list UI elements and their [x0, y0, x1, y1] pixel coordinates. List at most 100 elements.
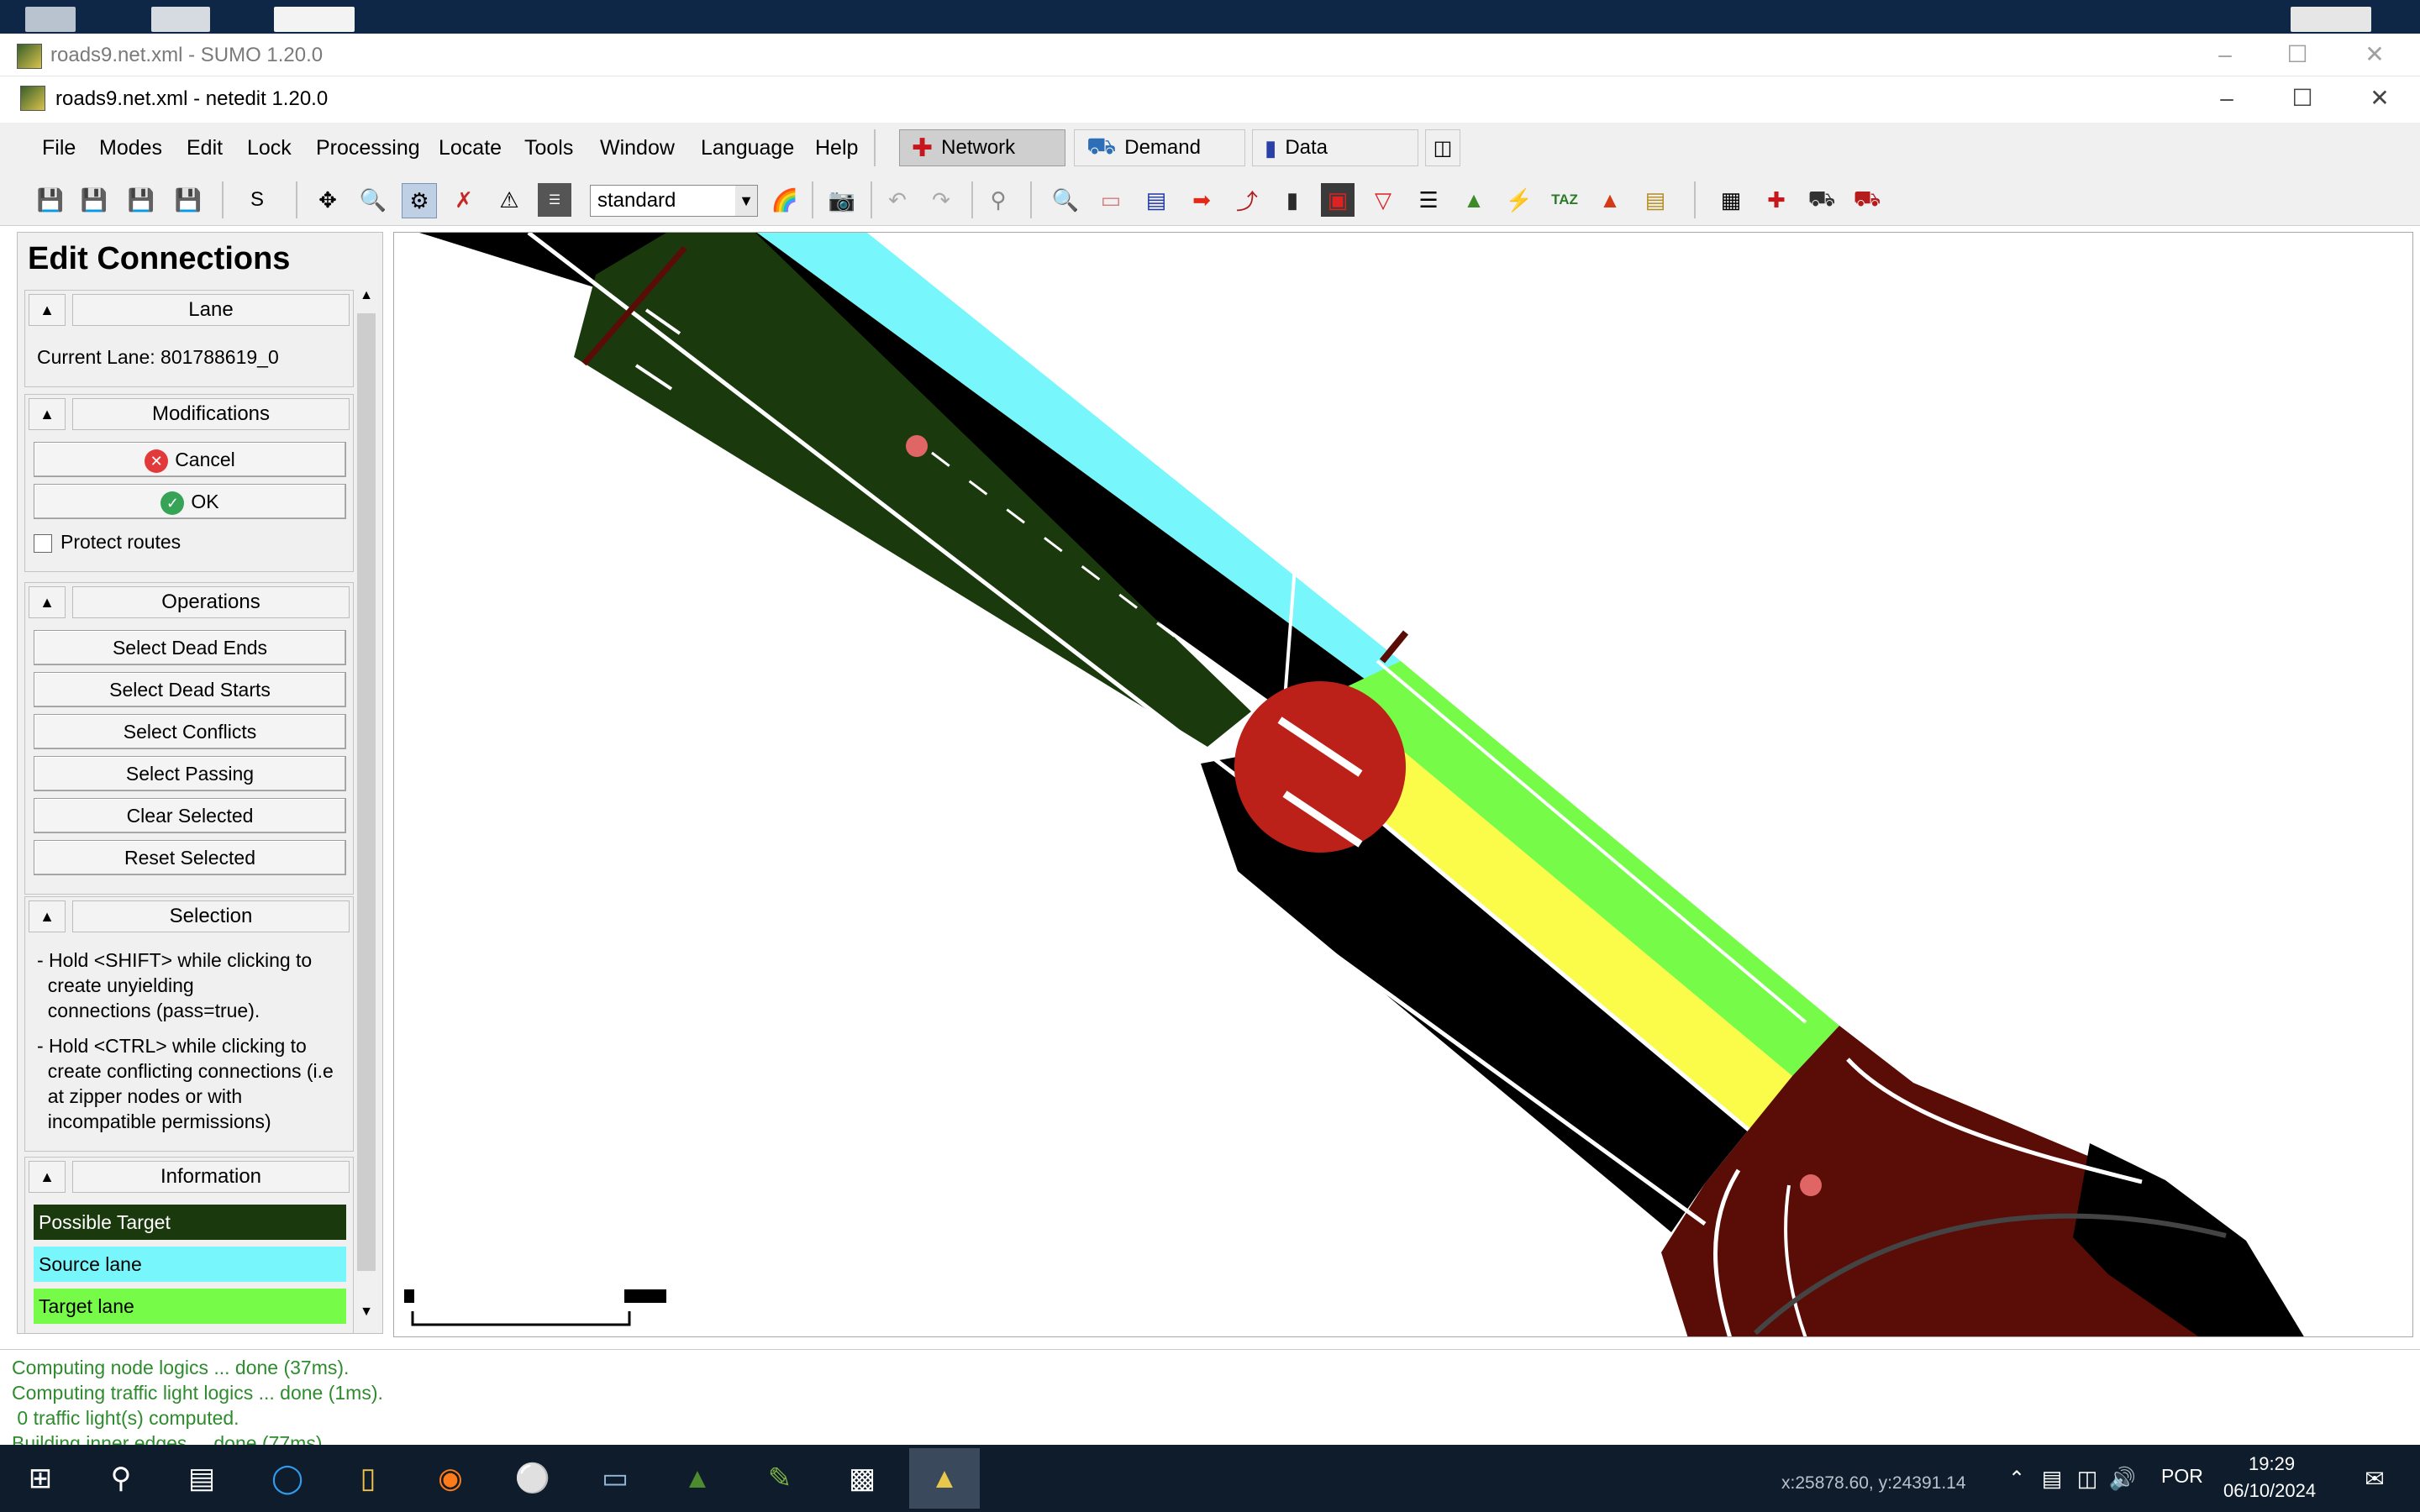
camera-icon[interactable]: 📷 [825, 183, 859, 217]
grid-icon[interactable]: ▦ [1714, 183, 1748, 217]
search-icon[interactable]: ⚲ [99, 1457, 143, 1500]
collapse-button[interactable]: ▲ [29, 900, 66, 932]
demand-mode-button[interactable]: ⛟ Demand [1074, 129, 1245, 166]
netedit-titlebar[interactable]: roads9.net.xml - netedit 1.20.0 – ☐ ✕ [0, 77, 2420, 119]
file-explorer-icon[interactable]: ▯ [346, 1457, 390, 1500]
scroll-thumb[interactable] [357, 313, 376, 1271]
task-view-icon[interactable]: ▤ [180, 1457, 224, 1500]
clock-time[interactable]: 19:29 [2249, 1453, 2295, 1475]
outer-maximize-button[interactable]: ☐ [2264, 39, 2331, 71]
menu-locate[interactable]: Locate [439, 136, 502, 160]
arrow-right-icon[interactable]: ➡ [1185, 183, 1218, 217]
collapse-button[interactable]: ▲ [29, 294, 66, 326]
menu-modes[interactable]: Modes [99, 136, 162, 160]
desktop-icon[interactable] [25, 7, 76, 32]
menu-language[interactable]: Language [701, 136, 794, 160]
collapse-button[interactable]: ▲ [29, 398, 66, 430]
firefox-icon[interactable]: ◉ [429, 1457, 472, 1500]
qgis-icon[interactable]: ⚪ [511, 1457, 555, 1500]
select-dead-starts-button[interactable]: Select Dead Starts [34, 672, 346, 707]
netedit-taskbar-icon[interactable]: ▲ [909, 1448, 980, 1509]
sumo-gui-icon[interactable]: ▲ [676, 1457, 719, 1500]
desktop-icon[interactable] [151, 7, 210, 32]
color-scheme-select[interactable]: standard ▼ [590, 185, 758, 217]
yield-icon[interactable]: ▽ [1366, 183, 1400, 217]
delete-icon[interactable]: ✗ [447, 183, 481, 217]
minimize-button[interactable]: – [2193, 82, 2260, 114]
network-view[interactable] [393, 232, 2413, 1337]
protect-routes-checkbox[interactable] [34, 534, 52, 553]
save-demand-icon[interactable]: 💾 [124, 183, 158, 217]
color-wheel-icon[interactable]: 🌈 [768, 183, 802, 217]
wire-icon[interactable]: ▤ [1639, 183, 1672, 217]
junction-point[interactable] [906, 435, 928, 457]
desktop-icon[interactable] [2291, 7, 2371, 32]
shape-icon[interactable]: ▲ [1593, 183, 1627, 217]
maximize-button[interactable]: ☐ [2269, 82, 2336, 114]
inspect-icon[interactable]: 🔍 [356, 183, 390, 217]
outer-minimize-button[interactable]: – [2191, 39, 2259, 71]
ok-button[interactable]: ✓ OK [34, 484, 346, 519]
collapse-button[interactable]: ▲ [29, 1161, 66, 1193]
message-log[interactable]: Computing node logics ... done (37ms). C… [0, 1349, 2420, 1446]
redo-icon[interactable]: ↷ [924, 183, 958, 217]
outer-window-titlebar[interactable]: roads9.net.xml - SUMO 1.20.0 – ☐ ✕ [0, 34, 2420, 76]
save-letter-button[interactable]: S [240, 183, 274, 217]
cancel-button[interactable]: ✕ Cancel [34, 442, 346, 477]
select-dead-ends-button[interactable]: Select Dead Ends [34, 630, 346, 665]
selected-junction[interactable] [1234, 681, 1406, 853]
notifications-icon[interactable]: ✉ [2353, 1457, 2396, 1500]
taz-button[interactable]: TAZ [1548, 183, 1581, 217]
traffic-light-icon[interactable]: ▮ [1276, 183, 1309, 217]
network-mode-button[interactable]: ✚ Network [899, 129, 1065, 166]
select-icon[interactable]: ▤ [1139, 183, 1173, 217]
scroll-down-icon[interactable]: ▼ [354, 1299, 379, 1325]
menu-help[interactable]: Help [815, 136, 858, 160]
input-language[interactable]: POR [2161, 1465, 2203, 1488]
junction-icon[interactable]: ✚ [1760, 183, 1793, 217]
vehicle-icon[interactable]: ⛟ [1805, 183, 1839, 217]
edge-browser-icon[interactable]: ◯ [266, 1457, 309, 1500]
editor-icon[interactable]: ✎ [758, 1457, 802, 1500]
desktop-icon[interactable] [274, 7, 355, 32]
menu-tools[interactable]: Tools [524, 136, 573, 160]
vehicle-type-icon[interactable]: ⛟ [1850, 183, 1884, 217]
window-toggle-button[interactable]: ◫ [1425, 129, 1460, 166]
menu-file[interactable]: File [42, 136, 76, 160]
menu-processing[interactable]: Processing [316, 136, 420, 160]
outer-close-button[interactable]: ✕ [2341, 39, 2408, 71]
edge-icon[interactable]: ⤴ [1230, 183, 1264, 217]
junction-point[interactable] [1800, 1174, 1822, 1196]
undo-icon[interactable]: ↶ [881, 183, 914, 217]
lanes-icon[interactable]: ☰ [1412, 183, 1445, 217]
clock-date[interactable]: 06/10/2024 [2223, 1480, 2316, 1502]
connection-mode-icon[interactable]: ⚙ [402, 183, 437, 218]
menu-icon[interactable]: ☰ [538, 183, 571, 217]
data-mode-button[interactable]: ▮ Data [1252, 129, 1418, 166]
select-conflicts-button[interactable]: Select Conflicts [34, 714, 346, 749]
frame-scrollbar[interactable]: ▲ ▼ [354, 283, 379, 1325]
close-button[interactable]: ✕ [2346, 82, 2413, 114]
save-data-icon[interactable]: 💾 [171, 183, 205, 217]
chevron-down-icon[interactable]: ▼ [735, 186, 757, 216]
start-icon[interactable]: ⊞ [18, 1457, 62, 1500]
notes-icon[interactable]: ▭ [593, 1457, 637, 1500]
stop-icon[interactable]: ▲ [1457, 183, 1491, 217]
volume-icon[interactable]: 🔊 [2101, 1457, 2144, 1500]
save-all-icon[interactable]: 💾 [77, 183, 111, 217]
search-icon[interactable]: 🔍 [1049, 183, 1082, 217]
move-icon[interactable]: ✥ [311, 183, 345, 217]
prohibition-icon[interactable]: ⚠ [492, 183, 526, 217]
menu-window[interactable]: Window [600, 136, 675, 160]
locate-icon[interactable]: ⚲ [981, 183, 1015, 217]
terminal-icon[interactable]: ▩ [840, 1457, 884, 1500]
additional-icon[interactable]: ⚡ [1502, 183, 1536, 217]
menu-edit[interactable]: Edit [187, 136, 223, 160]
clear-selected-button[interactable]: Clear Selected [34, 798, 346, 833]
reset-selected-button[interactable]: Reset Selected [34, 840, 346, 875]
scroll-up-icon[interactable]: ▲ [354, 283, 379, 308]
select-passing-button[interactable]: Select Passing [34, 756, 346, 791]
crossing-icon[interactable]: ▣ [1321, 183, 1355, 217]
menu-lock[interactable]: Lock [247, 136, 292, 160]
save-network-icon[interactable]: 💾 [34, 183, 67, 217]
